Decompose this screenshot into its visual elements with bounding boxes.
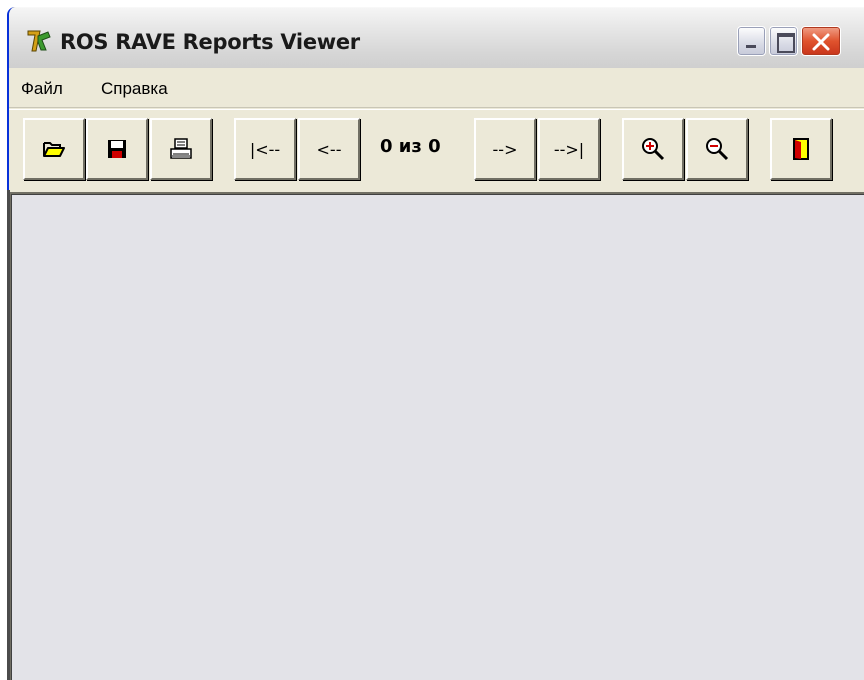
- title-bar[interactable]: ROS RAVE Reports Viewer: [9, 7, 864, 68]
- window-left-border: [7, 190, 10, 680]
- report-view-area[interactable]: [9, 192, 864, 680]
- last-page-button[interactable]: -->|: [538, 118, 600, 180]
- open-button[interactable]: [23, 118, 85, 180]
- toolbar: |<-- <-- 0 из 0 --> -->|: [9, 109, 864, 192]
- zoom-in-icon: [642, 138, 665, 161]
- last-page-label: -->|: [553, 139, 585, 159]
- zoom-out-icon: [706, 138, 729, 161]
- next-page-label: -->: [492, 139, 518, 159]
- previous-page-button[interactable]: <--: [298, 118, 360, 180]
- next-page-button[interactable]: -->: [474, 118, 536, 180]
- exit-door-icon: [793, 138, 809, 160]
- exit-button[interactable]: [770, 118, 832, 180]
- maximize-button[interactable]: [769, 26, 798, 56]
- minimize-button[interactable]: [737, 26, 766, 56]
- save-button[interactable]: [86, 118, 148, 180]
- first-page-button[interactable]: |<--: [234, 118, 296, 180]
- page-indicator: 0 из 0: [380, 136, 441, 157]
- menu-bar: Файл Справка: [9, 68, 864, 108]
- floppy-save-icon: [108, 140, 126, 158]
- first-page-label: |<--: [249, 139, 281, 159]
- folder-open-icon: [43, 142, 65, 157]
- menu-help[interactable]: Справка: [101, 79, 168, 99]
- previous-page-label: <--: [316, 139, 342, 159]
- close-button[interactable]: [801, 26, 841, 56]
- menu-file[interactable]: Файл: [21, 79, 63, 99]
- app-window: ROS RAVE Reports Viewer Файл Справка |<-…: [7, 7, 864, 680]
- zoom-out-button[interactable]: [686, 118, 748, 180]
- print-button[interactable]: [150, 118, 212, 180]
- zoom-in-button[interactable]: [622, 118, 684, 180]
- window-title: ROS RAVE Reports Viewer: [60, 30, 360, 54]
- printer-icon: [170, 138, 192, 159]
- rave-app-icon: [27, 30, 51, 52]
- close-icon: [812, 33, 830, 51]
